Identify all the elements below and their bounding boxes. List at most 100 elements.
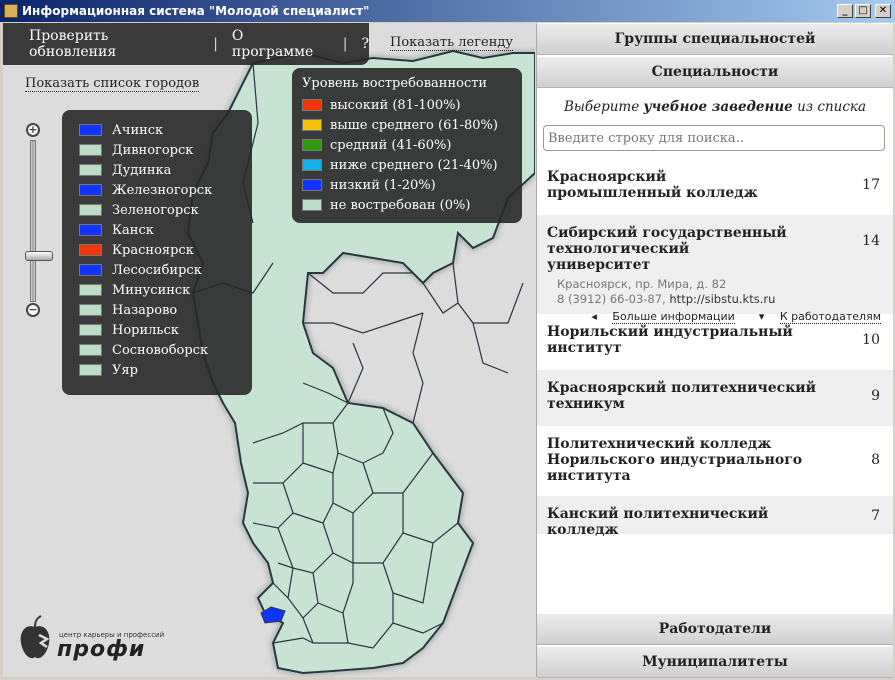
institution-name: Красноярский промышленный колледж (547, 169, 758, 201)
hint-text-pre: Выберите (563, 99, 644, 115)
maximize-button[interactable]: □ (855, 4, 871, 18)
legend-item: ниже среднего (21-40%) (302, 155, 522, 175)
institution-item[interactable]: Красноярский промышленный колледж 17 (537, 159, 893, 215)
zoom-slider-track[interactable] (25, 140, 53, 302)
legend-item: низкий (1-20%) (302, 175, 522, 195)
institution-phone: 8 (3912) 66-03-87, (557, 292, 670, 306)
city-color-swatch (79, 204, 102, 216)
city-item[interactable]: Норильск (79, 320, 252, 340)
legend-label: средний (41-60%) (330, 137, 452, 153)
city-name: Дудинка (112, 162, 172, 178)
city-item[interactable]: Красноярск (79, 240, 252, 260)
institution-address: Красноярск, пр. Мира, д. 82 (557, 277, 727, 291)
institution-count: 7 (871, 508, 880, 524)
institution-name: Норильский индустриальный институт (547, 324, 793, 356)
select-institution-hint: Выберите учебное заведение из списка (537, 99, 893, 115)
institution-details: Красноярск, пр. Мира, д. 82 8 (3912) 66-… (547, 277, 853, 307)
institution-count: 17 (862, 177, 880, 193)
close-button[interactable]: ✕ (875, 4, 891, 18)
apple-logo-icon (20, 615, 50, 659)
menu-separator: | (342, 36, 348, 52)
window-titlebar: Информационная система "Молодой специали… (0, 0, 895, 22)
app-icon (4, 4, 18, 18)
map-area[interactable]: Проверить обновления | О программе | ? П… (3, 23, 535, 677)
city-item[interactable]: Минусинск (79, 280, 252, 300)
city-name: Железногорск (112, 182, 213, 198)
logo-name: профи (57, 637, 146, 662)
city-item[interactable]: Канск (79, 220, 252, 240)
municipalities-section-header[interactable]: Муниципалитеты (537, 646, 893, 678)
legend-label: не востребован (0%) (330, 197, 471, 213)
legend-color-swatch (302, 179, 322, 191)
zoom-control[interactable]: + − (25, 123, 53, 319)
institution-count: 8 (871, 452, 880, 468)
institution-name: Канский политехнический колледж (547, 506, 769, 538)
window-title: Информационная система "Молодой специали… (22, 4, 370, 18)
right-panel: Группы специальностей Специальности Выбе… (536, 23, 893, 678)
legend-color-swatch (302, 119, 322, 131)
check-updates-link[interactable]: Проверить обновления (29, 28, 199, 60)
search-input[interactable] (543, 125, 885, 151)
show-legend-link[interactable]: Показать легенду (390, 35, 514, 51)
city-item[interactable]: Ачинск (79, 120, 252, 140)
city-name: Зеленогорск (112, 202, 199, 218)
city-item[interactable]: Железногорск (79, 180, 252, 200)
zoom-out-button[interactable]: − (26, 303, 40, 317)
zoom-slider-thumb[interactable] (25, 251, 53, 261)
legend-color-swatch (302, 199, 322, 211)
institution-item[interactable]: Канский политехнический колледж 7 (537, 496, 893, 538)
city-name: Красноярск (112, 242, 194, 258)
employers-section-header[interactable]: Работодатели (537, 613, 893, 645)
institution-item[interactable]: Политехнический колледж Норильского инду… (537, 426, 893, 496)
specialties-content: Выберите учебное заведение из списка Кра… (537, 89, 893, 613)
legend-color-swatch (302, 99, 322, 111)
city-color-swatch (79, 304, 102, 316)
institution-url[interactable]: http://sibstu.kts.ru (669, 292, 775, 306)
specialties-section-header[interactable]: Специальности (537, 56, 893, 88)
city-color-swatch (79, 184, 102, 196)
city-name: Минусинск (112, 282, 191, 298)
legend-color-swatch (302, 139, 322, 151)
city-item[interactable]: Лесосибирск (79, 260, 252, 280)
zoom-in-button[interactable]: + (26, 123, 40, 137)
institution-count: 9 (871, 388, 880, 404)
city-color-swatch (79, 344, 102, 356)
city-name: Уяр (112, 362, 138, 378)
city-name: Лесосибирск (112, 262, 202, 278)
groups-section-header[interactable]: Группы специальностей (537, 23, 893, 55)
institution-item-expanded[interactable]: Сибирский государственный технологически… (537, 215, 893, 324)
city-item[interactable]: Дивногорск (79, 140, 252, 160)
city-name: Норильск (112, 322, 179, 338)
institution-item[interactable]: Норильский индустриальный институт 10 (537, 314, 893, 370)
city-color-swatch (79, 364, 102, 376)
city-name: Сосновоборск (112, 342, 209, 358)
legend-color-swatch (302, 159, 322, 171)
legend-title: Уровень востребованности (302, 76, 488, 91)
city-item[interactable]: Зеленогорск (79, 200, 252, 220)
help-link[interactable]: ? (361, 36, 369, 52)
institution-name: Красноярский политехнический техникум (547, 380, 817, 412)
city-item[interactable]: Назарово (79, 300, 252, 320)
legend-label: выше среднего (61-80%) (330, 117, 498, 133)
legend-item: средний (41-60%) (302, 135, 522, 155)
city-color-swatch (79, 244, 102, 256)
city-item[interactable]: Уяр (79, 360, 252, 380)
city-name: Назарово (112, 302, 178, 318)
show-cities-link[interactable]: Показать список городов (25, 76, 200, 92)
minimize-button[interactable]: _ (837, 4, 853, 18)
cities-list-panel: Ачинск Дивногорск Дудинка Железногорск Зелен… (62, 110, 252, 395)
legend-label: ниже среднего (21-40%) (330, 157, 498, 173)
legend-item: выше среднего (61-80%) (302, 115, 522, 135)
about-link[interactable]: О программе (232, 28, 329, 60)
city-item[interactable]: Сосновоборск (79, 340, 252, 360)
city-color-swatch (79, 264, 102, 276)
city-item[interactable]: Дудинка (79, 160, 252, 180)
city-color-swatch (79, 164, 102, 176)
city-color-swatch (79, 324, 102, 336)
institution-item[interactable]: Красноярский политехнический техникум 9 (537, 370, 893, 426)
institution-list: Красноярский промышленный колледж 17 Сиб… (537, 159, 893, 538)
city-name: Дивногорск (112, 142, 194, 158)
city-name: Канск (112, 222, 154, 238)
legend-panel: Уровень востребованности высокий (81-100… (292, 68, 522, 223)
institution-name: Сибирский государственный технологически… (547, 225, 787, 273)
